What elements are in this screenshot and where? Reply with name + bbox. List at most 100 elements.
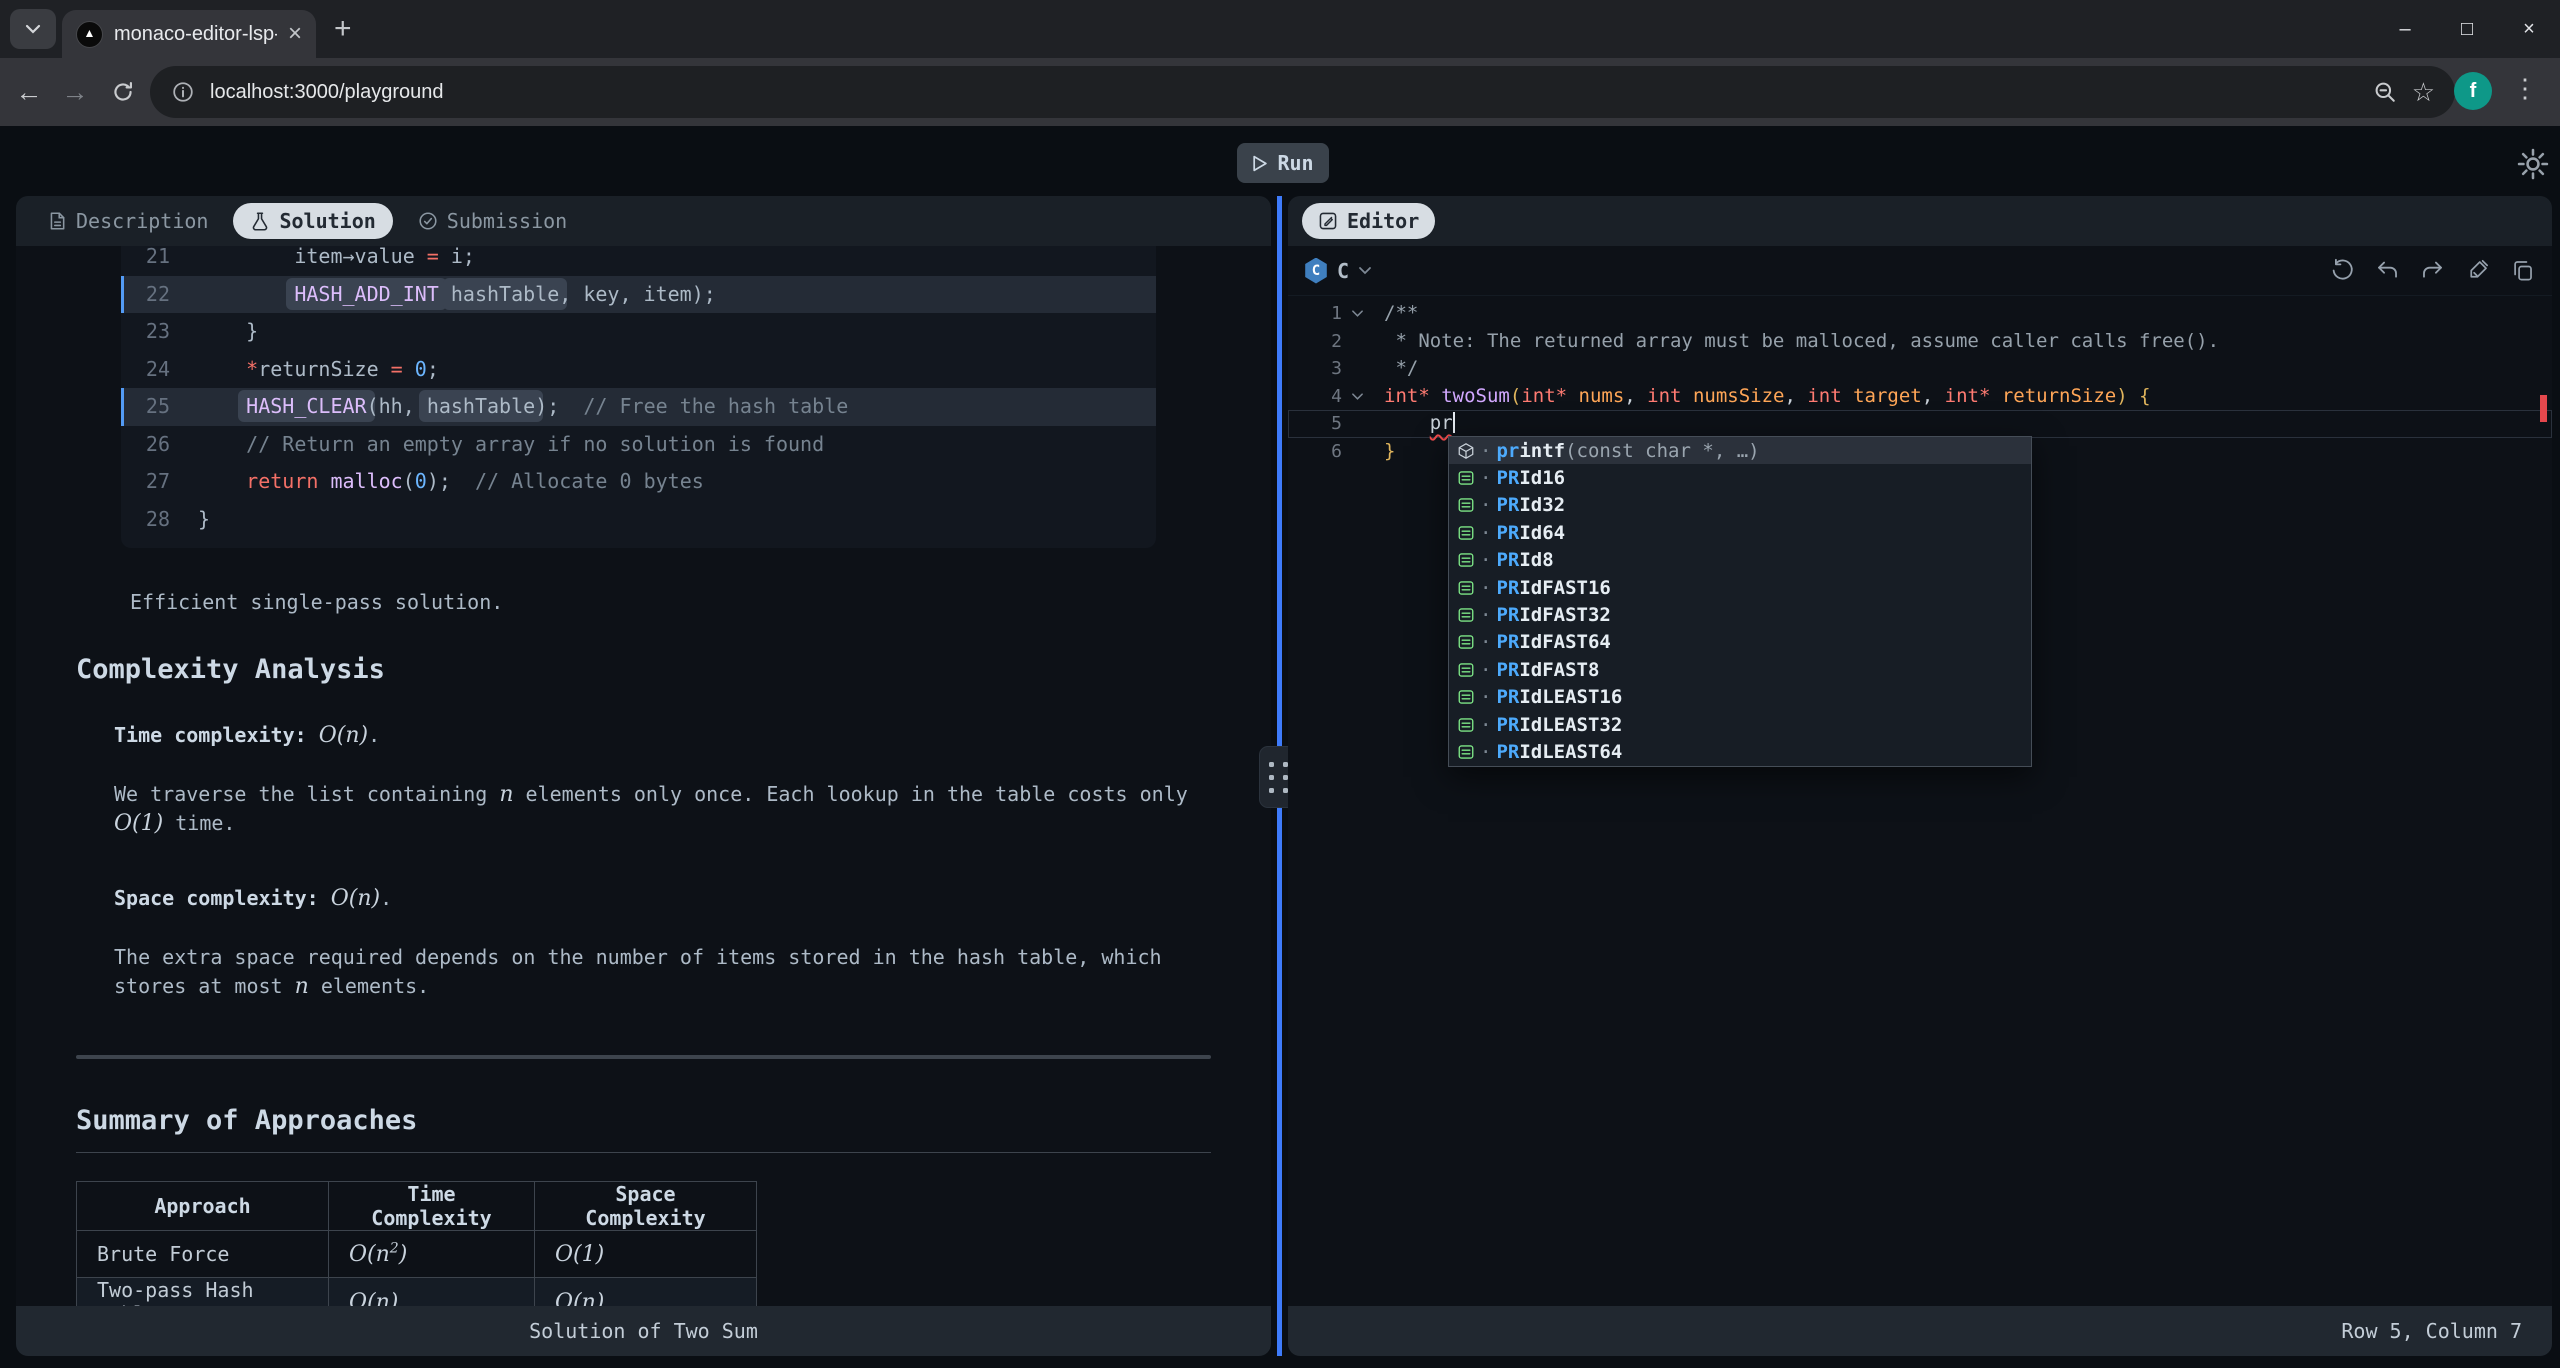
editor-line-3[interactable]: 3 */ [1288,355,2552,383]
tab-editor[interactable]: Editor [1302,203,1435,239]
tab-submission[interactable]: Submission [401,203,584,239]
site-info-icon[interactable] [170,79,196,105]
url-text[interactable]: localhost:3000/playground [210,81,444,104]
line-number: 25 [132,388,170,426]
problem-tabbar: Description Solution Submission [16,196,1271,246]
suggestion-label: Id8 [1519,549,1553,571]
code-line-26: 26 // Return an empty array if no soluti… [121,426,1156,464]
redo-button[interactable] [2419,257,2446,284]
line-code: int* twoSum(int* nums, int numsSize, int… [1384,383,2151,411]
forward-button[interactable]: → [58,75,92,109]
cursor-position: Row 5, Column 7 [2341,1319,2522,1343]
line-code: /** [1384,300,1418,328]
browser-tab-strip: ▲ monaco-editor-lsp-next × + – □ × [0,0,2560,58]
fold-gutter [1342,410,1372,438]
code-line-21: 21 item→value = i; [121,246,1156,276]
editor-panel: Editor C C [1288,196,2552,1356]
reset-code-button[interactable] [2329,257,2356,284]
line-code: */ [1384,355,1418,383]
avatar[interactable]: f [2454,72,2492,110]
text-snippet-icon [1457,660,1476,679]
solution-content[interactable]: 21 item→value = i;22 HASH_ADD_INT(hashTa… [16,246,1271,1306]
language-label: C [1337,259,1349,283]
line-number: 1 [1302,300,1342,328]
suggestion-PRId8[interactable]: ·PRId8 [1449,547,2031,574]
separator-dot: · [1480,741,1491,763]
time-complexity-cell: O(n2) [329,1231,535,1278]
tab-search-button[interactable] [10,9,56,49]
summary-table-body: Brute ForceO(n2)O(1)Two-pass Hash TableO… [77,1231,757,1307]
window-maximize-icon[interactable]: □ [2436,0,2498,58]
avatar-letter: f [2470,80,2477,103]
reload-button[interactable] [106,75,140,109]
suggestion-PRId16[interactable]: ·PRId16 [1449,464,2031,491]
tab-label: Solution [279,209,375,233]
undo-button[interactable] [2374,257,2401,284]
code-line-22: 22 HASH_ADD_INT(hashTable, key, item); [121,276,1156,314]
code-line-27: 27 return malloc(0); // Allocate 0 bytes [121,463,1156,501]
approach-cell: Brute Force [77,1231,329,1278]
language-selector[interactable]: C C [1304,258,1372,284]
suggestion-PRIdFAST8[interactable]: ·PRIdFAST8 [1449,656,2031,683]
editor-line-5[interactable]: 5 pr [1288,410,2552,438]
suggestion-PRIdLEAST16[interactable]: ·PRIdLEAST16 [1449,684,2031,711]
settings-gear-icon[interactable] [2516,147,2550,181]
bookmark-star-icon[interactable]: ☆ [2412,77,2435,108]
text-snippet-icon [1457,715,1476,734]
tab-title: monaco-editor-lsp-next [114,23,277,46]
format-brush-icon [2465,258,2490,283]
editor-actions [2329,257,2536,284]
code-line-23: 23 } [121,313,1156,351]
new-tab-button[interactable]: + [334,12,352,46]
window-minimize-icon[interactable]: – [2374,0,2436,58]
run-button[interactable]: Run [1237,143,1329,183]
format-code-button[interactable] [2464,257,2491,284]
zoom-out-icon[interactable] [2372,79,2398,105]
line-number: 26 [132,426,170,464]
line-number: 21 [132,246,170,276]
tab-description[interactable]: Description [30,203,225,239]
fold-gutter [1342,438,1372,466]
suggestion-PRId32[interactable]: ·PRId32 [1449,492,2031,519]
summary-table: ApproachTime ComplexitySpace Complexity … [76,1181,757,1306]
fold-chevron-icon[interactable] [1342,300,1372,328]
browser-menu-icon[interactable]: ⋮ [2512,73,2538,104]
text-segment: time. [163,811,235,835]
suggestion-PRIdFAST32[interactable]: ·PRIdFAST32 [1449,601,2031,628]
copy-code-button[interactable] [2509,257,2536,284]
window-close-icon[interactable]: × [2498,0,2560,58]
suggestion-PRIdLEAST64[interactable]: ·PRIdLEAST64 [1449,738,2031,765]
edit-pencil-icon [1318,211,1338,231]
editor-line-1[interactable]: 1 /** [1288,300,2552,328]
browser-tab[interactable]: ▲ monaco-editor-lsp-next × [62,10,316,58]
tab-close-icon[interactable]: × [288,22,302,46]
line-number: 4 [1302,383,1342,411]
window-controls: – □ × [2374,0,2560,58]
suggestion-label: Id32 [1519,494,1565,516]
line-number: 24 [132,351,170,389]
address-bar[interactable]: localhost:3000/playground ☆ [150,66,2455,118]
browser-toolbar: ← → localhost:3000/playground ☆ f ⋮ [0,58,2560,126]
suggestion-PRIdFAST16[interactable]: ·PRIdFAST16 [1449,574,2031,601]
editor-line-2[interactable]: 2 * Note: The returned array must be mal… [1288,328,2552,356]
code-editor[interactable]: 1 /**2 * Note: The returned array must be… [1288,296,2552,1306]
code-line-28: 28} [121,501,1156,539]
suggestion-PRIdFAST64[interactable]: ·PRIdFAST64 [1449,629,2031,656]
solution-code-block: 21 item→value = i;22 HASH_ADD_INT(hashTa… [121,246,1156,548]
tab-solution[interactable]: Solution [233,203,392,239]
matched-text: PR [1496,741,1519,763]
editor-line-4[interactable]: 4 int* twoSum(int* nums, int numsSize, in… [1288,383,2552,411]
text-segment: elements only once. Each lookup in the t… [513,782,1187,806]
math-expression: O(n) [555,1290,604,1307]
suggestion-PRId64[interactable]: ·PRId64 [1449,519,2031,546]
flask-icon [250,211,270,231]
text-cursor [1453,412,1455,433]
left-panel-footer: Solution of Two Sum [16,1306,1271,1356]
matched-text: pr [1496,440,1519,462]
space-complexity-cell: O(1) [535,1231,757,1278]
suggestion-PRIdLEAST32[interactable]: ·PRIdLEAST32 [1449,711,2031,738]
math-expression: O(n2) [349,1242,407,1267]
fold-chevron-icon[interactable] [1342,383,1372,411]
back-button[interactable]: ← [12,75,46,109]
suggestion-printf[interactable]: ·printf(const char *, …) [1449,437,2031,464]
